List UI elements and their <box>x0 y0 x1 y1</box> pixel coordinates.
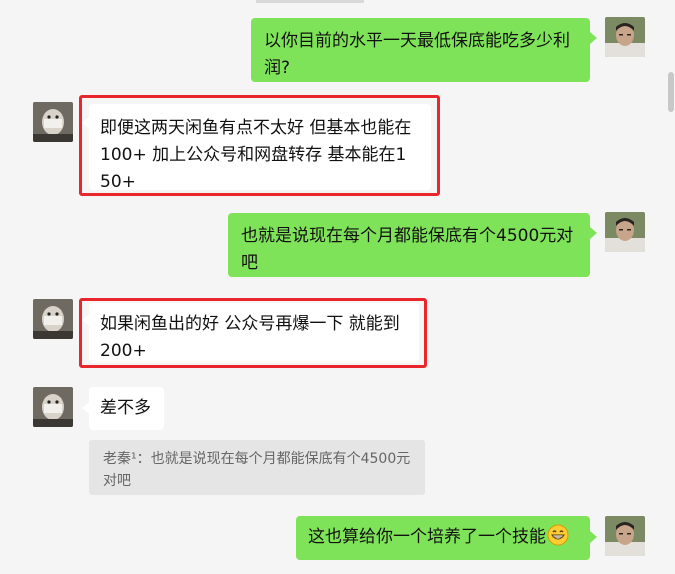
contact-avatar[interactable] <box>33 299 73 339</box>
message-text: 也就是说现在每个月都能保底有个4500元对吧 <box>241 226 574 273</box>
message-bubble-mine[interactable]: 这也算给你一个培养了一个技能 <box>296 516 590 560</box>
grinning-emoji <box>547 524 569 546</box>
contact-avatar[interactable] <box>33 387 73 427</box>
bubble-tail <box>590 32 597 44</box>
contact-avatar[interactable] <box>33 102 73 142</box>
my-avatar[interactable] <box>605 516 645 556</box>
quoted-message[interactable]: 老秦¹：也就是说现在每个月都能保底有个4500元对吧 <box>89 440 425 495</box>
quote-text: 老秦¹：也就是说现在每个月都能保底有个4500元对吧 <box>103 451 411 489</box>
scrollbar[interactable] <box>667 0 675 574</box>
my-avatar[interactable] <box>605 17 645 57</box>
highlight-box <box>79 298 427 368</box>
message-text: 以你目前的水平一天最低保底能吃多少利润? <box>264 31 570 78</box>
scrollbar-thumb[interactable] <box>668 72 674 112</box>
top-tab-indicator <box>256 0 364 3</box>
message-bubble-theirs[interactable]: 差不多 <box>89 387 164 430</box>
bubble-tail <box>590 227 597 239</box>
highlight-box <box>79 95 440 196</box>
bubble-tail <box>82 402 89 414</box>
message-bubble-mine[interactable]: 以你目前的水平一天最低保底能吃多少利润? <box>251 18 590 82</box>
bubble-tail <box>590 531 597 543</box>
message-text: 差不多 <box>100 398 151 418</box>
message-bubble-mine[interactable]: 也就是说现在每个月都能保底有个4500元对吧 <box>228 213 590 277</box>
message-text: 这也算给你一个培养了一个技能 <box>308 527 546 547</box>
my-avatar[interactable] <box>605 212 645 252</box>
